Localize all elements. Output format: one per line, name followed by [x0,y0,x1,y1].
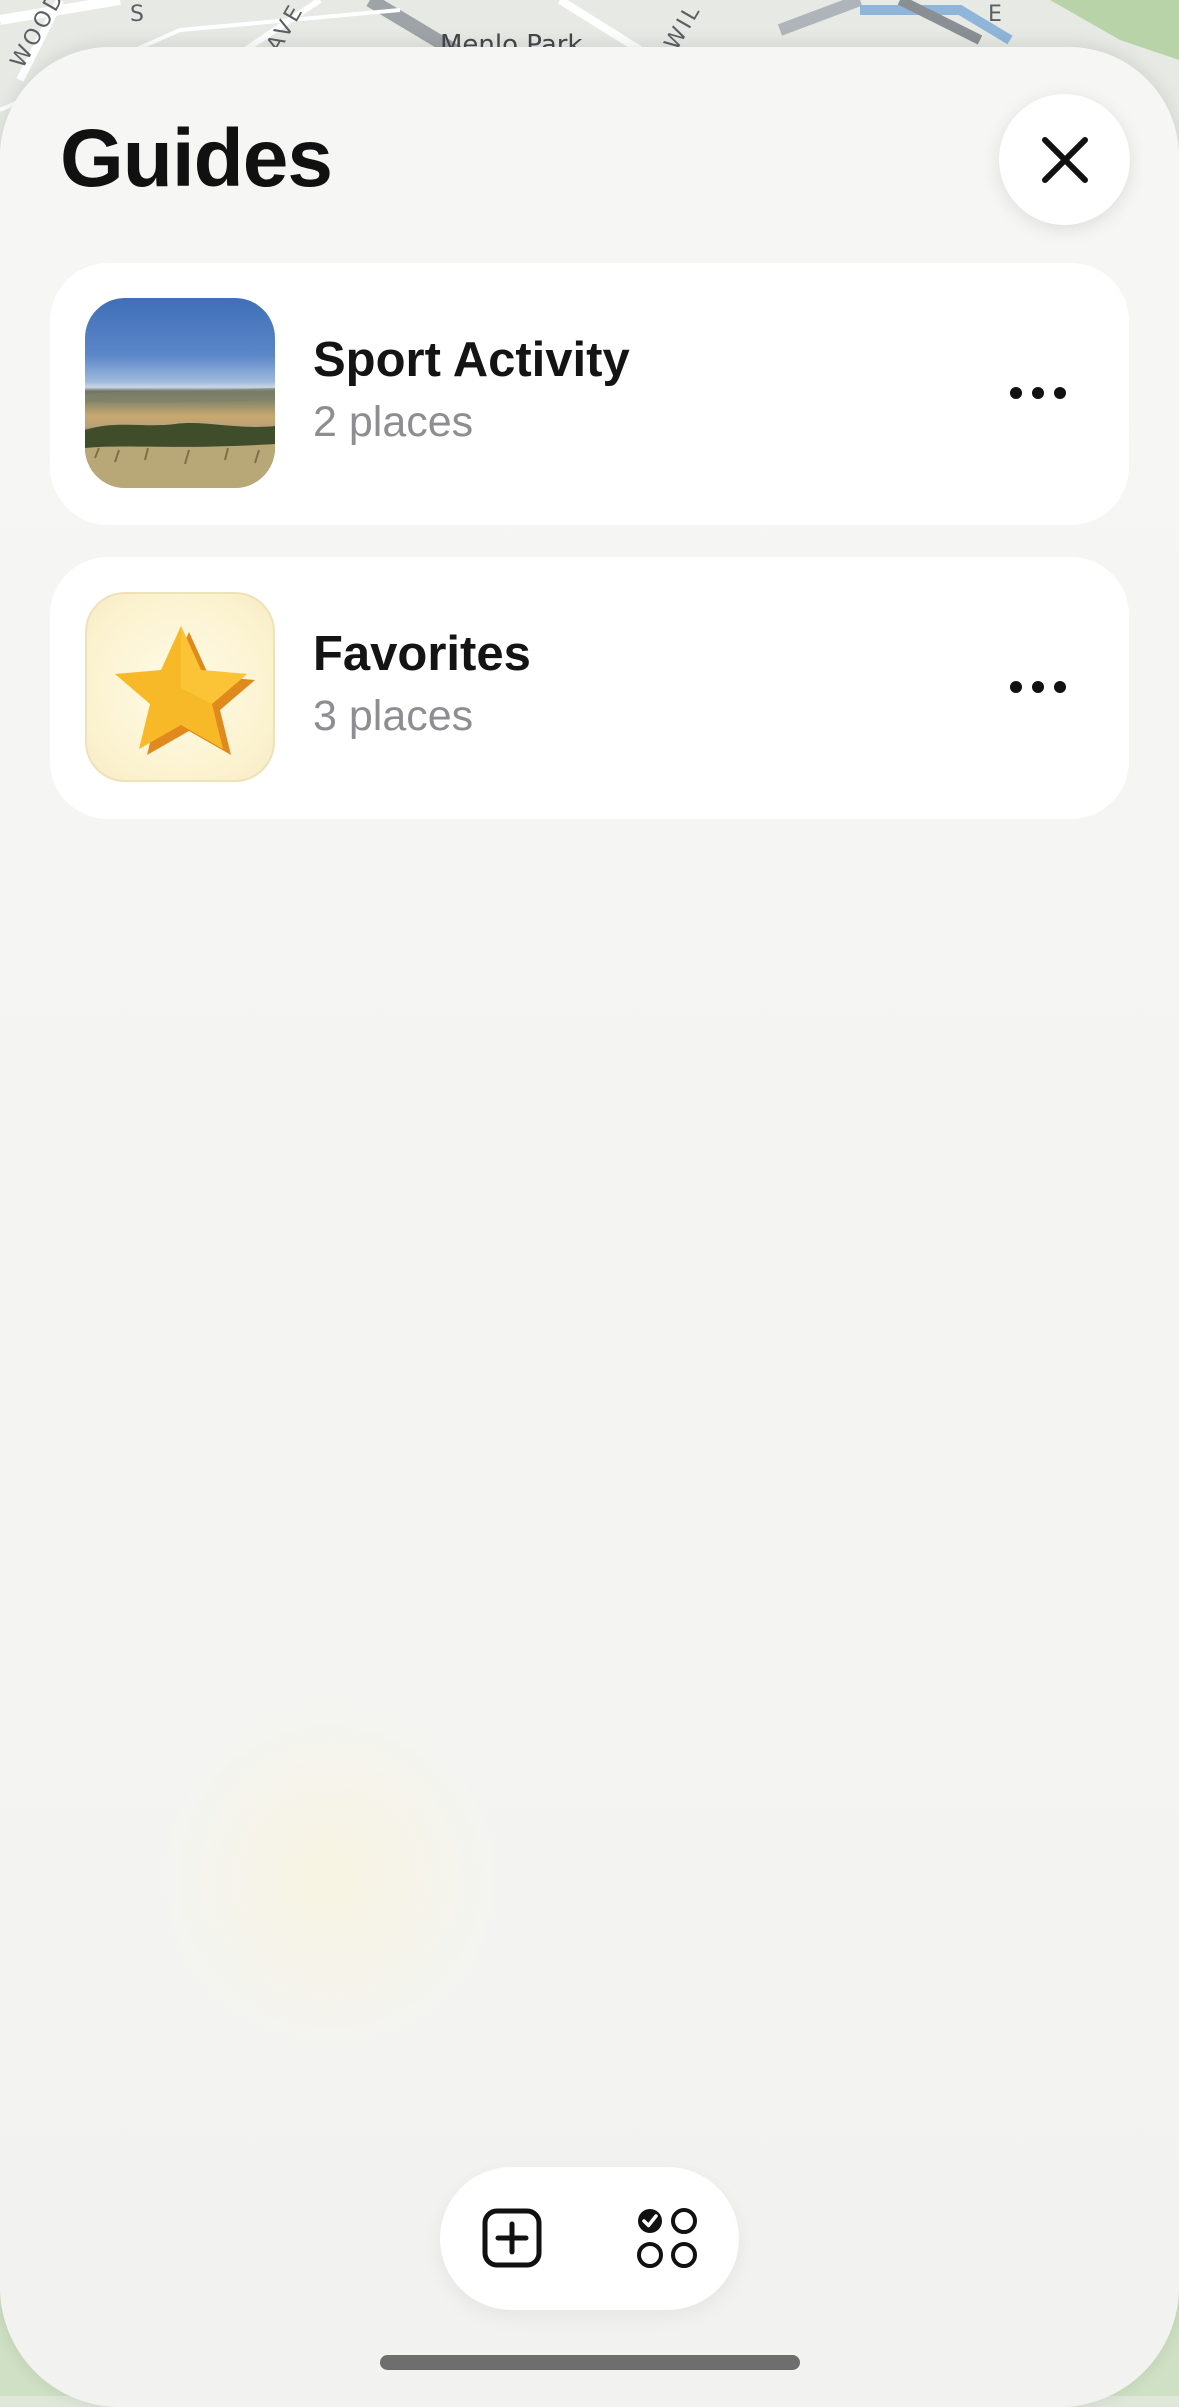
guides-sheet: Guides Sport Activity 2 places Favorites… [0,47,1179,2407]
guide-title: Favorites [313,627,531,681]
map-street-label: S [130,2,147,27]
organize-button[interactable] [622,2193,712,2283]
sheet-glow [150,1697,510,2057]
guide-thumbnail-star [85,592,275,782]
star-icon [115,626,255,755]
ellipsis-icon [1010,387,1066,399]
ellipsis-icon [1010,681,1066,693]
close-icon [1041,136,1088,183]
guide-card-favorites[interactable]: Favorites 3 places [50,557,1129,819]
plus-square-icon [482,2208,542,2268]
guide-place-count: 3 places [313,692,474,740]
home-indicator[interactable] [380,2355,800,2370]
guide-card-sport-activity[interactable]: Sport Activity 2 places [50,263,1129,525]
map-street-label: E [988,2,1005,27]
guide-place-count: 2 places [313,398,474,446]
guide-title: Sport Activity [313,333,630,387]
bottom-toolbar [440,2167,739,2310]
grid-check-icon [637,2208,697,2268]
page-title: Guides [60,113,333,204]
close-button[interactable] [999,94,1130,225]
more-button[interactable] [993,652,1083,722]
more-button[interactable] [993,358,1083,428]
guide-thumbnail-landscape [85,298,275,488]
new-guide-button[interactable] [467,2193,557,2283]
landscape-photo [85,388,275,488]
